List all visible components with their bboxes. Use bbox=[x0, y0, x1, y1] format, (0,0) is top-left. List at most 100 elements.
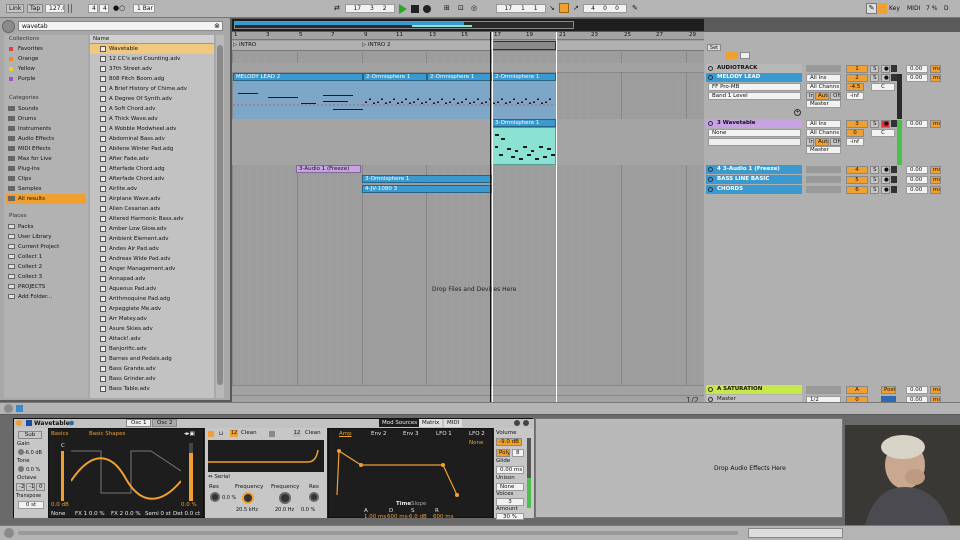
record-icon[interactable] bbox=[423, 5, 431, 13]
voices-value[interactable]: 3 bbox=[496, 498, 524, 506]
clip-jv1080[interactable]: 4-JV-1080 3 bbox=[362, 185, 492, 193]
lane-audiotrack[interactable] bbox=[232, 63, 704, 73]
device-options-icon[interactable] bbox=[523, 420, 529, 426]
melody-input-menu[interactable]: All Ins bbox=[806, 74, 841, 82]
audio-effects-dropzone[interactable]: Drop Audio Effects Here bbox=[535, 418, 843, 518]
lane-saturation[interactable] bbox=[232, 385, 704, 395]
tab-env2[interactable]: Env 2 bbox=[371, 431, 386, 437]
file-row[interactable]: Arithmoquine Pad.adg bbox=[90, 294, 214, 304]
routing-menu[interactable]: ⇔ Serial bbox=[208, 474, 230, 480]
tempo-field[interactable]: 127.00 bbox=[45, 4, 65, 13]
file-row[interactable]: Abilene Winter Pad.adg bbox=[90, 144, 214, 154]
file-row[interactable]: Abdominal Bass.adv bbox=[90, 134, 214, 144]
track-fold-icon[interactable] bbox=[708, 66, 713, 71]
name-column-header[interactable]: Name bbox=[90, 35, 214, 44]
file-row[interactable]: A Brief History of Chime.adv bbox=[90, 84, 214, 94]
track-io-slot[interactable] bbox=[806, 65, 841, 72]
file-row[interactable]: Andreas Wide Pad.adv bbox=[90, 254, 214, 264]
wavetable-monitor-in[interactable]: In bbox=[806, 138, 814, 146]
filter2-slope[interactable]: 12 bbox=[293, 430, 301, 437]
track-fold-icon[interactable] bbox=[708, 121, 713, 126]
semi-value[interactable]: Semi 0 st bbox=[145, 511, 171, 517]
sustain-value[interactable]: -6.0 dB bbox=[407, 514, 427, 520]
env-slope-toggle[interactable]: Slope bbox=[411, 501, 426, 507]
octave-zero[interactable]: 0 bbox=[36, 483, 45, 491]
filter1-slope[interactable]: 12 bbox=[230, 430, 238, 437]
wavetable-monitor-auto[interactable]: Auto bbox=[815, 138, 829, 146]
set-button[interactable]: Set bbox=[707, 44, 721, 51]
clip-omnisphere-bass[interactable]: 3-Omnisphere 1 bbox=[362, 175, 492, 183]
clip-omnisphere-b[interactable]: 2-Omnisphere 1 bbox=[427, 73, 492, 81]
melody-automation-icon[interactable]: + bbox=[794, 109, 801, 116]
track-fold-icon[interactable] bbox=[708, 177, 713, 182]
file-row[interactable]: Arr Matey.adv bbox=[90, 314, 214, 324]
return-post-button[interactable]: Post bbox=[881, 386, 896, 394]
track-activator[interactable]: 1 bbox=[846, 65, 868, 73]
loop-start[interactable]: 17 1 1 bbox=[496, 4, 546, 13]
category-item[interactable]: Drums bbox=[6, 114, 86, 124]
clear-search-icon[interactable]: ⊗ bbox=[214, 22, 220, 30]
loop-length[interactable]: 4 0 0 bbox=[583, 4, 627, 13]
wavetable-plugin-menu[interactable]: None bbox=[708, 129, 801, 137]
clip-melody-body-2[interactable] bbox=[363, 81, 556, 119]
env-time-toggle[interactable]: Time bbox=[396, 501, 411, 507]
place-item[interactable]: Current Project bbox=[6, 242, 86, 252]
filter2-circuit[interactable]: Clean bbox=[305, 430, 321, 436]
env-target-menu[interactable]: None bbox=[469, 440, 483, 446]
release-value[interactable]: 600 ms bbox=[433, 514, 453, 520]
track-volume[interactable]: 0.00 bbox=[906, 65, 928, 73]
wavetable-output-menu[interactable]: Master bbox=[806, 146, 841, 154]
wavetable-channel-menu[interactable]: All Channs bbox=[806, 129, 841, 137]
browser-toggle-icon[interactable] bbox=[2, 20, 15, 33]
wavetable-shape-menu[interactable]: Basic Shapes bbox=[89, 431, 125, 437]
solo-button[interactable]: S bbox=[870, 120, 879, 128]
clip-omnisphere-c[interactable]: 2-Omnisphere 1 bbox=[492, 73, 556, 81]
file-row[interactable]: Afterfade Chord.adg bbox=[90, 164, 214, 174]
category-item[interactable]: Plug-Ins bbox=[6, 164, 86, 174]
clip-omnisphere-a[interactable]: 2-Omnisphere 1 bbox=[363, 73, 427, 81]
arm-button[interactable]: ● bbox=[881, 120, 890, 128]
filter-response-display[interactable] bbox=[208, 440, 324, 472]
file-row[interactable]: Aqueous Pad.adv bbox=[90, 284, 214, 294]
track-header[interactable]: MELODY LEAD bbox=[706, 73, 802, 82]
hot-swap-icon[interactable]: ⬢ bbox=[69, 420, 74, 427]
file-row[interactable]: Bass Grinder.adv bbox=[90, 374, 214, 384]
fx-mode-menu[interactable]: None bbox=[51, 511, 65, 517]
wavetable-param-menu[interactable] bbox=[708, 138, 801, 146]
wavetable-category[interactable]: Basics bbox=[51, 431, 68, 437]
file-row[interactable]: A Degree Of Synth.adv bbox=[90, 94, 214, 104]
punch-in-icon[interactable]: ↘ bbox=[549, 4, 555, 12]
volume-value[interactable]: -9.0 dB bbox=[496, 438, 522, 446]
arm-button[interactable]: ● bbox=[881, 176, 890, 184]
place-item[interactable]: User Library bbox=[6, 232, 86, 242]
file-row[interactable]: Anger Management.adv bbox=[90, 264, 214, 274]
automation-arm-icon[interactable]: ⊡ bbox=[458, 4, 464, 12]
punch-out-icon[interactable]: ↗ bbox=[573, 4, 579, 12]
solo-button[interactable]: S bbox=[870, 65, 879, 73]
key-map-label[interactable]: Key bbox=[889, 5, 900, 12]
filter1-type-icon[interactable]: ⊔ bbox=[219, 431, 223, 437]
clip-wavetable-body[interactable] bbox=[492, 127, 556, 165]
file-row[interactable]: A Wobble Modwheel.adv bbox=[90, 124, 214, 134]
octave-minus2[interactable]: -2 bbox=[16, 483, 25, 491]
melody-channel-menu[interactable]: All Channs bbox=[806, 83, 841, 91]
envelope-display[interactable] bbox=[333, 447, 483, 499]
poly-button[interactable]: Poly bbox=[496, 449, 510, 457]
info-toggle-icon[interactable] bbox=[4, 404, 13, 413]
place-item[interactable]: Packs bbox=[6, 222, 86, 232]
category-item[interactable]: Clips bbox=[6, 174, 86, 184]
melody-param-menu[interactable]: Band 1 Level bbox=[708, 92, 801, 100]
search-field[interactable]: wavetab ⊗ bbox=[18, 21, 223, 31]
solo-button[interactable]: S bbox=[870, 176, 879, 184]
track-volume[interactable]: 0.00 bbox=[906, 186, 928, 194]
track-fold-icon[interactable] bbox=[708, 75, 713, 80]
solo-button[interactable]: S bbox=[870, 74, 879, 82]
file-row[interactable]: Asure Skies.adv bbox=[90, 324, 214, 334]
return-letter[interactable]: A bbox=[846, 386, 868, 394]
arm-all-icon[interactable] bbox=[726, 52, 738, 59]
time-sig-num[interactable]: 4 bbox=[88, 4, 98, 13]
clip-wavetable-omni[interactable]: 3-Omnisphere 1 bbox=[492, 119, 556, 127]
arrangement-overview[interactable] bbox=[232, 19, 704, 31]
file-row[interactable]: 808 Pitch Boom.adg bbox=[90, 74, 214, 84]
play-icon[interactable] bbox=[399, 4, 407, 14]
